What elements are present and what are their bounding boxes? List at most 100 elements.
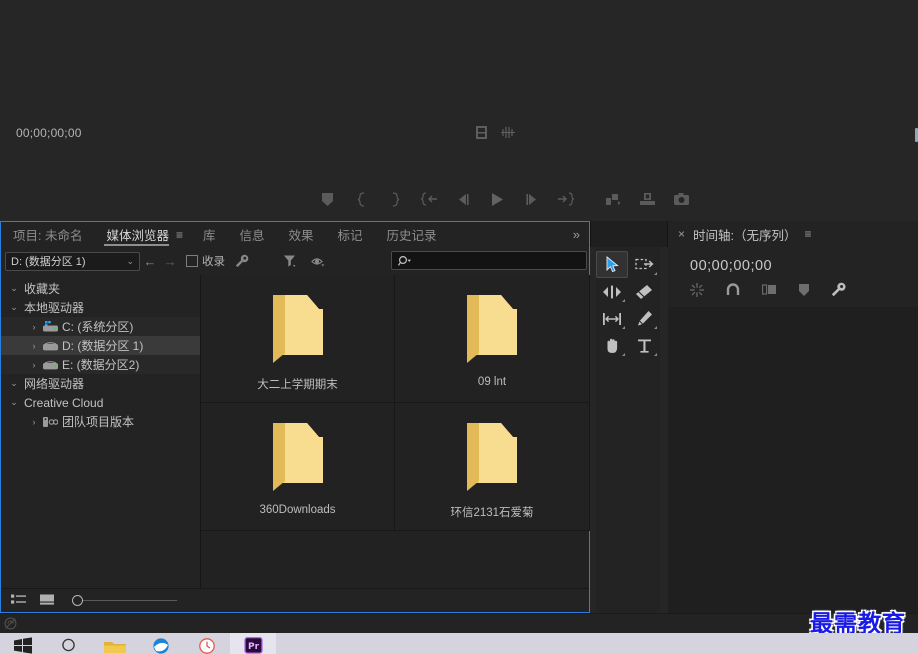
ingest-checkbox[interactable] [186, 255, 198, 267]
media-item-folder[interactable]: 09 lnt [395, 275, 590, 403]
timeline-playhead-timecode[interactable]: 00;00;00;00 [690, 258, 772, 274]
app-statusbar [0, 613, 918, 634]
tab-effects[interactable]: 效果 [277, 222, 326, 248]
timeline-settings-wrench-icon[interactable] [831, 282, 846, 302]
forward-arrow-icon[interactable]: → [160, 254, 180, 269]
wrench-icon[interactable] [235, 254, 249, 268]
rate-stretch-tool[interactable] [596, 305, 628, 332]
nest-sequence-icon[interactable] [690, 282, 704, 302]
drive-icon [41, 359, 59, 370]
media-browser-panel: D: (数据分区 1) ⌄ ← → 收录 ⌄ 收藏夹 ⌄ 本地驱动器 › C: … [0, 247, 590, 613]
tree-item-drive-c[interactable]: › C: (系统分区) [1, 317, 200, 336]
linked-selection-icon[interactable] [762, 283, 777, 301]
search-input[interactable] [391, 251, 587, 270]
chevron-right-icon[interactable]: › [27, 417, 41, 427]
ingest-toggle[interactable]: 收录 [186, 253, 225, 269]
media-item-folder[interactable]: 大二上学期期末 [201, 275, 395, 403]
tab-libraries[interactable]: 库 [191, 222, 228, 248]
tree-item-label: 网络驱动器 [24, 377, 85, 391]
tab-project[interactable]: 项目: 未命名 [1, 222, 94, 248]
chevron-right-icon[interactable]: › [27, 341, 41, 351]
search-button[interactable] [46, 633, 92, 654]
windows-start-button[interactable] [0, 633, 46, 654]
clock-app-button[interactable] [184, 633, 230, 654]
type-tool[interactable] [628, 332, 660, 359]
file-explorer-button[interactable] [92, 633, 138, 654]
timeline-canvas[interactable] [668, 307, 918, 613]
thumbnail-zoom-slider[interactable] [72, 595, 177, 607]
drive-system-icon [41, 321, 59, 332]
mark-out-button[interactable] [378, 188, 412, 210]
add-marker-button[interactable] [310, 188, 344, 210]
list-view-icon[interactable] [11, 592, 26, 610]
visibility-icon[interactable] [311, 255, 326, 268]
extract-button[interactable] [630, 188, 664, 210]
slider-track [80, 600, 177, 601]
tree-item-label: 本地驱动器 [24, 301, 85, 315]
media-item-folder[interactable]: 环信2131石爱菊 [395, 403, 590, 531]
chevron-down-icon[interactable]: ⌄ [7, 397, 21, 408]
chevron-right-icon[interactable]: › [27, 360, 41, 370]
chevron-down-icon[interactable]: ⌄ [7, 302, 21, 313]
play-stop-button[interactable] [480, 188, 514, 210]
windows-taskbar: Pr [0, 633, 918, 654]
add-marker-icon[interactable] [799, 283, 809, 301]
tool-flyout-corner [622, 299, 625, 302]
tools-panel [596, 247, 660, 613]
chevron-right-icon[interactable]: › [27, 322, 41, 332]
tree-item-local-drives[interactable]: ⌄ 本地驱动器 [1, 298, 200, 317]
close-icon[interactable]: × [668, 227, 693, 241]
slider-handle[interactable] [72, 595, 83, 606]
step-forward-button[interactable] [514, 188, 548, 210]
tab-markers[interactable]: 标记 [326, 222, 375, 248]
tab-overflow-icon[interactable]: » [564, 227, 589, 242]
back-arrow-icon[interactable]: ← [140, 254, 160, 269]
drive-select[interactable]: D: (数据分区 1) ⌄ [5, 251, 140, 271]
snap-magnet-icon[interactable] [726, 283, 740, 301]
panel-menu-icon[interactable]: ≡ [176, 228, 191, 242]
media-item-folder[interactable]: 360Downloads [201, 403, 395, 531]
go-to-out-button[interactable] [548, 188, 582, 210]
pen-tool[interactable] [628, 305, 660, 332]
tree-item-creative-cloud[interactable]: ⌄ Creative Cloud [1, 393, 200, 412]
tree-item-team-projects[interactable]: › 团队项目版本 [1, 412, 200, 431]
tree-item-label: E: (数据分区2) [62, 358, 140, 372]
step-back-button[interactable] [446, 188, 480, 210]
tree-item-label: C: (系统分区) [62, 320, 134, 334]
tree-item-drive-e[interactable]: › E: (数据分区2) [1, 355, 200, 374]
lift-button[interactable] [596, 188, 630, 210]
selection-tool[interactable] [596, 251, 628, 278]
film-strip-icon[interactable] [476, 126, 487, 144]
tree-item-label: Creative Cloud [24, 395, 104, 410]
media-browser-tab-group: 项目: 未命名 媒体浏览器 ≡ 库 信息 效果 标记 历史记录 » [0, 221, 590, 247]
slip-tool[interactable] [628, 278, 660, 305]
hand-tool[interactable] [596, 332, 628, 359]
premiere-pro-window: 00;00;00;00 项目: 未命名 媒体浏览器 ≡ 库 信息 效果 标记 历… [0, 0, 918, 634]
tab-timeline[interactable]: 时间轴:（无序列） [693, 225, 796, 244]
audio-waveform-icon[interactable] [501, 126, 515, 144]
tab-info[interactable]: 信息 [228, 222, 277, 248]
ripple-edit-tool[interactable] [596, 278, 628, 305]
folder-icon [461, 293, 523, 370]
tree-item-favorites[interactable]: ⌄ 收藏夹 [1, 279, 200, 298]
filter-icon[interactable] [283, 254, 297, 268]
premiere-pro-button[interactable]: Pr [230, 633, 276, 654]
thumbnail-view-icon[interactable] [40, 592, 54, 610]
svg-text:Pr: Pr [247, 642, 259, 652]
go-to-in-button[interactable] [412, 188, 446, 210]
chevron-down-icon[interactable]: ⌄ [7, 378, 21, 389]
tree-item-drive-d[interactable]: › D: (数据分区 1) [1, 336, 200, 355]
timeline-panel-menu-icon[interactable]: ≡ [805, 227, 812, 241]
browser-button[interactable] [138, 633, 184, 654]
tab-history[interactable]: 历史记录 [375, 222, 449, 248]
export-frame-button[interactable] [664, 188, 698, 210]
media-item-name: 大二上学期期末 [257, 379, 338, 391]
monitor-center-icons [476, 126, 515, 144]
thumbnail-grid: 大二上学期期末 09 lnt 360Downloads 环信2131石爱菊 [201, 275, 590, 588]
monitor-timecode[interactable]: 00;00;00;00 [16, 126, 82, 140]
chevron-down-icon[interactable]: ⌄ [7, 283, 21, 294]
mark-in-button[interactable] [344, 188, 378, 210]
tree-item-network-drives[interactable]: ⌄ 网络驱动器 [1, 374, 200, 393]
track-select-forward-tool[interactable] [628, 251, 660, 278]
location-tree: ⌄ 收藏夹 ⌄ 本地驱动器 › C: (系统分区) › D: (数据分区 1) … [1, 275, 201, 588]
